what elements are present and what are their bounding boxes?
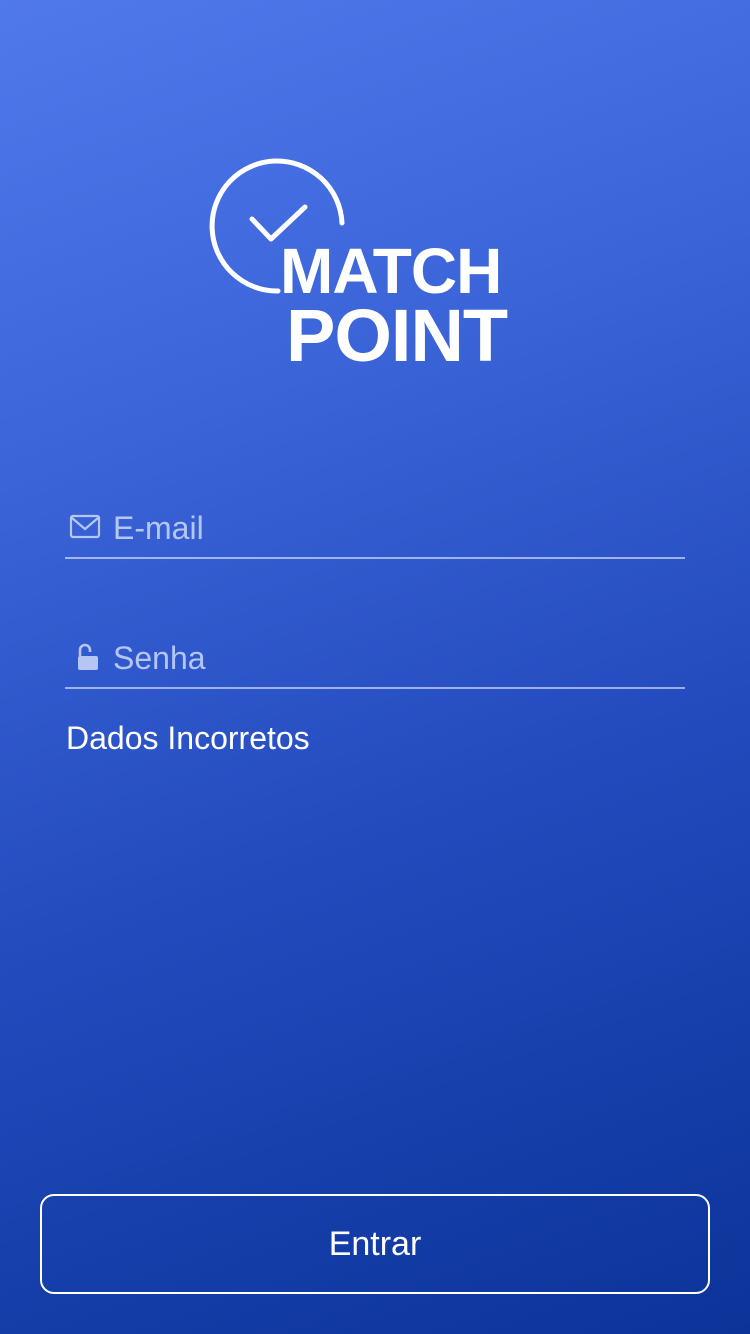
email-field[interactable] bbox=[65, 499, 685, 559]
error-message: Dados Incorretos bbox=[66, 720, 310, 756]
password-field[interactable] bbox=[65, 629, 685, 689]
app-logo: MATCH POINT bbox=[208, 155, 548, 377]
unlocked-padlock-icon bbox=[78, 643, 98, 670]
logo-text-point: POINT bbox=[286, 294, 508, 377]
enter-button[interactable]: Entrar bbox=[40, 1194, 710, 1294]
password-input[interactable] bbox=[113, 635, 673, 681]
envelope-icon bbox=[69, 514, 101, 539]
email-input[interactable] bbox=[113, 505, 673, 551]
